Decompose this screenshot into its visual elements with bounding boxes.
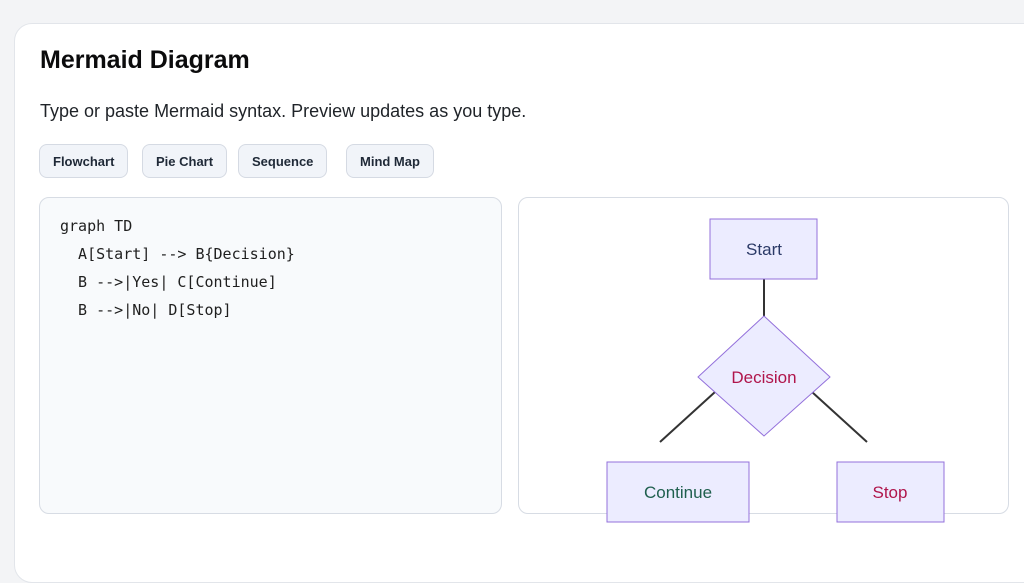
node-decision-label: Decision (731, 368, 796, 387)
sequence-template-button[interactable]: Sequence (238, 144, 328, 178)
node-decision: Decision (697, 315, 831, 437)
node-stop-label: Stop (873, 483, 908, 502)
node-continue: Continue (606, 461, 750, 523)
flowchart-diagram: Start Decision Continue Stop (606, 218, 945, 523)
edge-decision-continue (659, 391, 716, 443)
page-title: Mermaid Diagram (40, 46, 250, 74)
edge-decision-stop (811, 391, 868, 443)
page-subtitle: Type or paste Mermaid syntax. Preview up… (40, 101, 527, 121)
mind-map-template-button[interactable]: Mind Map (346, 144, 434, 178)
diagram-preview: Start Decision Continue Stop (518, 197, 1009, 523)
node-start: Start (709, 218, 818, 280)
node-stop: Stop (836, 461, 945, 523)
pie-chart-template-button[interactable]: Pie Chart (142, 144, 228, 178)
node-continue-label: Continue (644, 483, 712, 502)
mermaid-code-editor[interactable]: graph TD A[Start] --> B{Decision} B -->|… (39, 197, 502, 514)
node-start-label: Start (746, 240, 782, 259)
flowchart-template-button[interactable]: Flowchart (39, 144, 129, 178)
mermaid-card: Mermaid Diagram Type or paste Mermaid sy… (14, 23, 1024, 583)
